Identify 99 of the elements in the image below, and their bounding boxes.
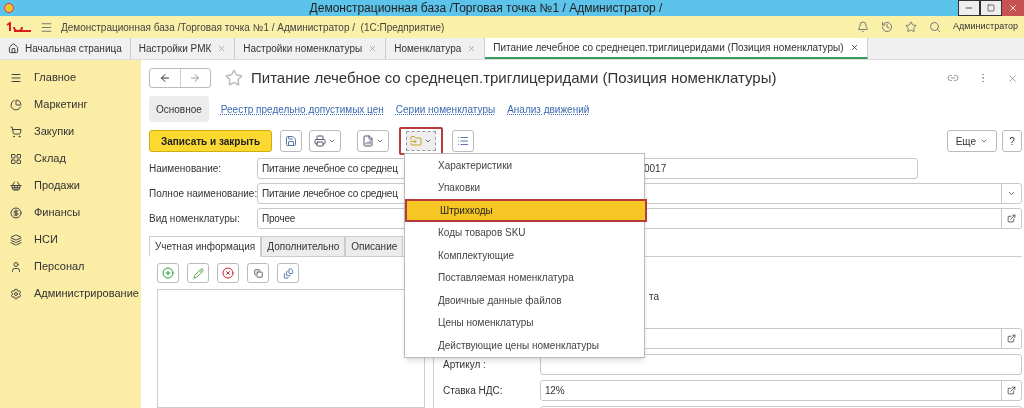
menu-item[interactable]: Цены номенклатуры bbox=[405, 311, 644, 334]
settings-icon bbox=[10, 287, 22, 300]
sidebar-item[interactable]: Склад bbox=[0, 145, 141, 172]
logo-icon bbox=[6, 22, 32, 32]
delete-icon bbox=[222, 267, 234, 279]
grid-icon bbox=[10, 152, 22, 165]
section-link[interactable]: Реестр предельно допустимых цен bbox=[220, 101, 384, 117]
save-button[interactable] bbox=[280, 130, 302, 152]
printer-icon bbox=[314, 135, 326, 147]
window-title: Демонстрационная база /Торговая точка №1 / Администратор / bbox=[308, 0, 664, 17]
layers-icon bbox=[10, 233, 22, 246]
history-icon[interactable] bbox=[881, 21, 894, 33]
section-link[interactable]: Основное bbox=[149, 96, 209, 122]
caret-icon bbox=[376, 137, 384, 145]
star-icon[interactable] bbox=[905, 21, 918, 33]
menu-icon[interactable] bbox=[40, 20, 53, 34]
text-fragment: та bbox=[649, 290, 661, 304]
menu-item[interactable]: Двоичные данные файлов bbox=[405, 289, 644, 312]
documents-button[interactable] bbox=[277, 263, 299, 283]
copy-button[interactable] bbox=[247, 263, 269, 283]
open-icon bbox=[1007, 334, 1016, 343]
person-icon bbox=[10, 260, 22, 273]
bell-icon[interactable] bbox=[857, 21, 870, 33]
form-title: Питание лечебное со среднецеп.триглицеридами (Позиция номенклатуры) bbox=[251, 67, 777, 88]
search-icon[interactable] bbox=[929, 21, 942, 33]
coin-icon bbox=[10, 206, 22, 219]
save-close-button[interactable]: Записать и закрыть bbox=[149, 130, 272, 152]
sidebar-item[interactable]: Продажи bbox=[0, 172, 141, 199]
input-field[interactable]: 12% bbox=[540, 380, 1022, 401]
folder-arrow-icon bbox=[410, 135, 422, 147]
sidebar-item[interactable]: Персонал bbox=[0, 253, 141, 280]
field-label: Ставка НДС: bbox=[443, 385, 503, 396]
print-button[interactable] bbox=[309, 130, 341, 152]
close-icon[interactable] bbox=[1007, 72, 1018, 84]
cart-icon bbox=[10, 125, 22, 138]
back-icon bbox=[158, 72, 171, 84]
open-tab[interactable]: Начальная страница bbox=[0, 38, 131, 59]
home-icon bbox=[8, 43, 19, 54]
sidebar-item[interactable]: Закупки bbox=[0, 118, 141, 145]
sidebar-item[interactable]: Главное bbox=[0, 64, 141, 91]
sidebar-item[interactable]: Маркетинг bbox=[0, 91, 141, 118]
section-link[interactable]: Анализ движений bbox=[507, 101, 590, 117]
list-icon bbox=[10, 71, 22, 84]
copy-icon bbox=[253, 268, 263, 278]
basket-icon bbox=[10, 179, 22, 192]
menu-item[interactable]: Комплектующие bbox=[405, 244, 644, 267]
menu-item[interactable]: Штрихкоды bbox=[405, 199, 647, 222]
form-tab[interactable]: Дополнительно bbox=[261, 236, 346, 257]
close-icon[interactable] bbox=[849, 43, 859, 52]
restore-button[interactable] bbox=[980, 0, 1002, 16]
open-tab[interactable]: Питание лечебное со среднецеп.триглицеридами (Позиция номенклатуры) bbox=[485, 38, 868, 59]
minimize-button[interactable] bbox=[958, 0, 980, 16]
link-icon[interactable] bbox=[947, 72, 959, 84]
report-icon bbox=[362, 135, 374, 147]
field-label: Вид номенклатуры: bbox=[149, 212, 241, 226]
user-name[interactable]: Администратор bbox=[953, 20, 1018, 34]
edit-button[interactable] bbox=[187, 263, 209, 283]
caret-icon bbox=[328, 137, 336, 145]
caret-icon bbox=[980, 137, 988, 145]
form-tab[interactable]: Учетная информация bbox=[149, 236, 262, 257]
caret-icon bbox=[424, 137, 432, 145]
menu-item[interactable]: Поставляемая номенклатура bbox=[405, 266, 644, 289]
report-button[interactable] bbox=[357, 130, 389, 152]
add-button[interactable] bbox=[157, 263, 179, 283]
floppy-icon bbox=[285, 135, 297, 147]
open-tab[interactable]: Настройки РМК bbox=[130, 38, 236, 59]
menu-item[interactable]: Упаковки bbox=[405, 176, 644, 199]
app-logo-icon bbox=[4, 3, 14, 13]
sidebar-item[interactable]: Финансы bbox=[0, 199, 141, 226]
form-tab[interactable]: Описание bbox=[345, 236, 404, 257]
field-label: Полное наименование: bbox=[149, 187, 257, 201]
open-tab[interactable]: Настройки номенклатуры bbox=[235, 38, 387, 59]
input-field[interactable] bbox=[540, 354, 1022, 375]
list-button[interactable] bbox=[452, 130, 474, 152]
pie-chart-icon bbox=[10, 98, 22, 111]
menu-item[interactable]: Коды товаров SKU bbox=[405, 221, 644, 244]
field-label: Артикул : bbox=[443, 359, 486, 370]
section-link[interactable]: Серии номенклатуры bbox=[395, 101, 496, 117]
favorite-icon[interactable] bbox=[225, 69, 243, 87]
open-icon bbox=[1007, 214, 1016, 223]
sidebar-item[interactable]: НСИ bbox=[0, 226, 141, 253]
caret-icon bbox=[1007, 189, 1016, 198]
menu-item[interactable]: Действующие цены номенклатуры bbox=[405, 334, 644, 357]
add-icon bbox=[162, 267, 174, 279]
more-button[interactable]: Еще bbox=[946, 130, 997, 152]
close-button[interactable] bbox=[1002, 0, 1024, 16]
delete-button[interactable] bbox=[217, 263, 239, 283]
breadcrumb: Демонстрационная база /Торговая точка №1 / Администратор / (1С:Предприятие) bbox=[61, 20, 445, 35]
close-icon bbox=[1008, 3, 1018, 13]
documents-icon bbox=[282, 267, 294, 279]
help-button[interactable]: ? bbox=[1002, 130, 1022, 152]
field-label: Наименование: bbox=[149, 162, 223, 176]
list-icon bbox=[457, 135, 469, 147]
forward-icon bbox=[189, 72, 202, 84]
restore-icon bbox=[987, 4, 995, 12]
open-icon bbox=[1007, 386, 1016, 395]
pencil-icon bbox=[192, 267, 204, 279]
menu-item[interactable]: Характеристики bbox=[405, 154, 644, 177]
sidebar-item[interactable]: Администрирование bbox=[0, 280, 141, 307]
